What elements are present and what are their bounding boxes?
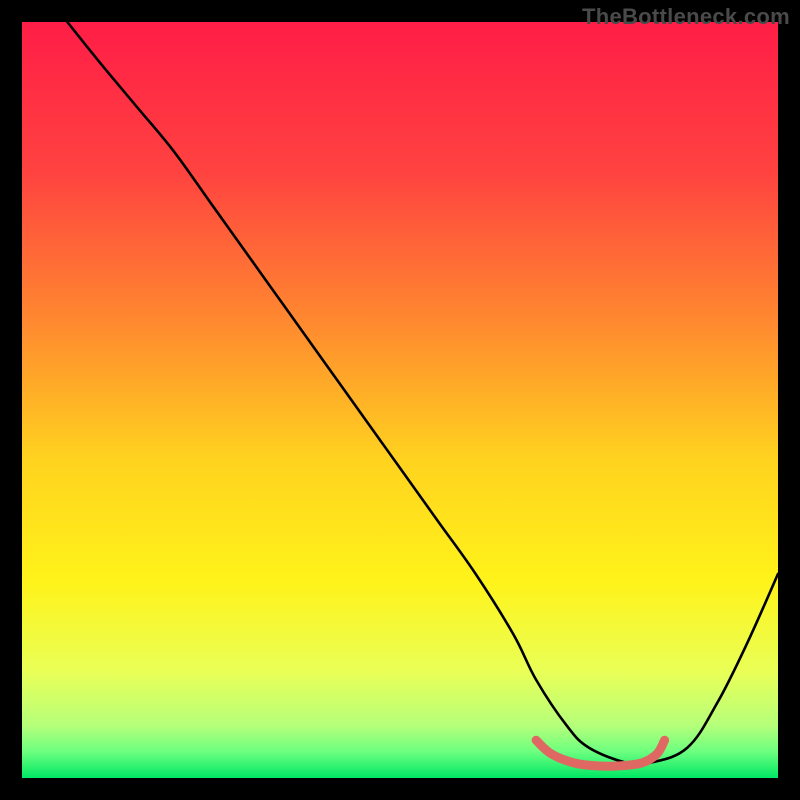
bottleneck-chart bbox=[22, 22, 778, 778]
chart-frame: TheBottleneck.com bbox=[0, 0, 800, 800]
watermark-text: TheBottleneck.com bbox=[582, 4, 790, 30]
plot-area bbox=[22, 22, 778, 778]
gradient-background bbox=[22, 22, 778, 778]
